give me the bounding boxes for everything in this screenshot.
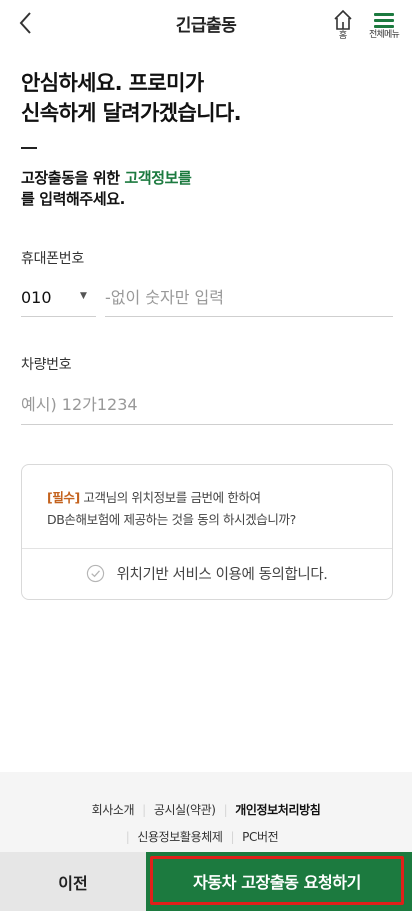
consent-box: [필수] 고객님의 위치정보를 금번에 한하여 DB손해보험에 제공하는 것을 … — [21, 464, 393, 600]
request-breakdown-button[interactable]: 자동차 고장출동 요청하기 — [146, 852, 412, 911]
home-icon — [334, 9, 352, 30]
plate-number-input[interactable] — [21, 389, 393, 425]
location-consent-label: 위치기반 서비스 이용에 동의합니다. — [116, 567, 328, 583]
app-header: 긴급출동 홈 전체메뉴 — [0, 0, 412, 46]
footer: 회사소개 | 공시실(약관) | 개인정보처리방침 | 신용정보활용체제 | PC버전 — [0, 772, 412, 852]
location-consent-checkbox[interactable]: 위치기반 서비스 이용에 동의합니다. — [22, 563, 392, 589]
instruction-suffix: 를 입력해주세요. — [21, 190, 125, 208]
footer-links-row-2: | 신용정보활용체제 | PC버전 — [0, 828, 412, 845]
consent-text-line-2: DB손해보험에 제공하는 것을 동의 하시겠습니까? — [47, 512, 296, 527]
instruction-prefix: 고장출동을 위한 — [21, 169, 125, 187]
footer-links-row-1: 회사소개 | 공시실(약관) | 개인정보처리방침 — [0, 801, 412, 818]
full-menu-button[interactable]: 전체메뉴 — [364, 10, 404, 44]
carrier-select[interactable]: 010 ▼ — [21, 283, 96, 317]
plate-label: 차량번호 — [21, 357, 72, 373]
consent-text-line-1: 고객님의 위치정보를 금번에 한하여 — [79, 490, 261, 505]
full-menu-label: 전체메뉴 — [369, 30, 400, 40]
consent-divider — [22, 548, 392, 549]
request-breakdown-label: 자동차 고장출동 요청하기 — [193, 873, 361, 892]
instruction-accent: 고객정보를 — [124, 169, 192, 187]
prev-button[interactable]: 이전 — [0, 852, 146, 911]
footer-link-pc-version[interactable]: PC버전 — [234, 828, 286, 845]
headline-line-1: 안심하세요. 프로미가 — [21, 71, 204, 95]
section-divider — [21, 147, 37, 149]
consent-text: [필수] 고객님의 위치정보를 금번에 한하여 DB손해보험에 제공하는 것을 … — [47, 487, 377, 531]
home-button[interactable]: 홈 — [331, 9, 355, 43]
headline: 안심하세요. 프로미가 신속하게 달려가겠습니다. — [21, 68, 242, 128]
phone-number-input[interactable] — [105, 283, 393, 317]
instruction-text: 고장출동을 위한 고객정보를 를 입력해주세요. — [21, 168, 192, 210]
footer-link-disclosure[interactable]: 공시실(약관) — [146, 801, 224, 818]
footer-link-privacy[interactable]: 개인정보처리방침 — [227, 801, 328, 818]
headline-line-2: 신속하게 달려가겠습니다. — [21, 101, 242, 125]
required-tag: [필수] — [47, 490, 80, 505]
phone-label: 휴대폰번호 — [21, 251, 84, 267]
carrier-value: 010 — [21, 288, 52, 307]
footer-link-credit-info[interactable]: 신용정보활용체제 — [129, 828, 230, 845]
check-circle-icon — [87, 564, 105, 583]
dropdown-arrow-icon: ▼ — [80, 291, 87, 301]
home-label: 홈 — [338, 31, 348, 41]
hamburger-icon — [364, 10, 404, 28]
footer-link-company[interactable]: 회사소개 — [84, 801, 143, 818]
